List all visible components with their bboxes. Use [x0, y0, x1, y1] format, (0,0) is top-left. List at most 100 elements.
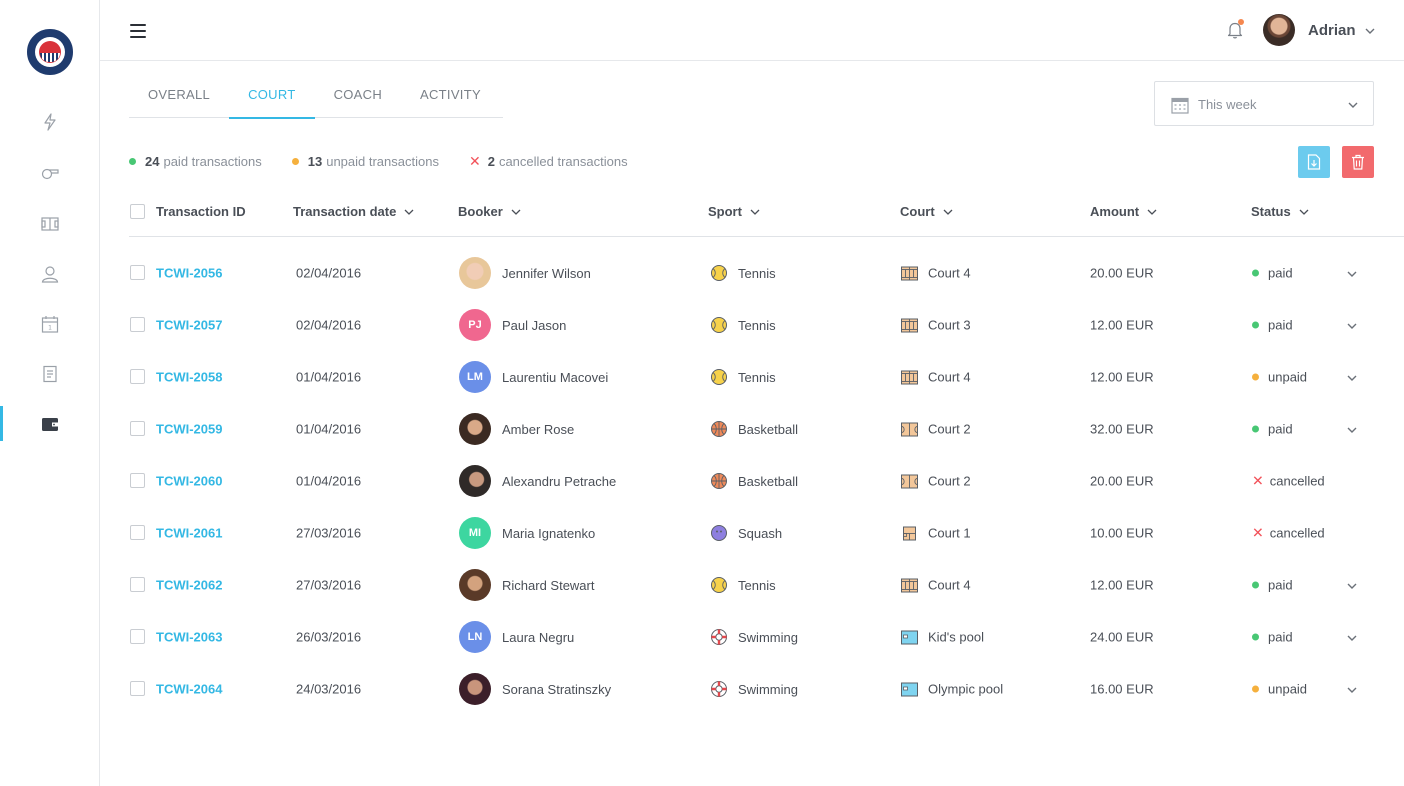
- court-name: Court 2: [928, 473, 971, 489]
- tab-overall[interactable]: OVERALL: [129, 80, 229, 118]
- row-checkbox[interactable]: [130, 681, 145, 696]
- column-court[interactable]: Court: [900, 204, 953, 219]
- transaction-id-link[interactable]: TCWI-2060: [156, 474, 222, 489]
- user-avatar[interactable]: [1263, 14, 1295, 46]
- transaction-id-link[interactable]: TCWI-2056: [156, 266, 222, 281]
- chevron-down-icon[interactable]: [1346, 579, 1358, 591]
- chevron-down-icon: [1147, 209, 1157, 215]
- column-amount[interactable]: Amount: [1090, 204, 1157, 219]
- table-row[interactable]: TCWI-2061 27/03/2016 MI Maria Ignatenko Squa…: [129, 507, 1404, 559]
- tennis-ball-icon: [711, 265, 727, 281]
- column-status[interactable]: Status: [1251, 204, 1309, 219]
- paid-dot: [129, 158, 136, 165]
- row-checkbox[interactable]: [130, 265, 145, 280]
- chevron-down-icon: [1299, 209, 1309, 215]
- tab-activity[interactable]: ACTIVITY: [401, 80, 500, 118]
- status-label: unpaid: [1268, 369, 1308, 385]
- chevron-down-icon[interactable]: [1346, 371, 1358, 383]
- column-label: Transaction ID: [156, 204, 246, 219]
- document-icon[interactable]: [40, 364, 60, 384]
- lightning-icon[interactable]: [40, 112, 60, 132]
- sport-name: Tennis: [738, 577, 776, 593]
- user-name[interactable]: Adrian: [1308, 22, 1356, 39]
- court-cell: Court 4: [901, 578, 971, 593]
- delete-button[interactable]: [1342, 146, 1374, 178]
- wallet-icon[interactable]: [40, 414, 60, 434]
- transaction-id-link[interactable]: TCWI-2057: [156, 318, 222, 333]
- row-checkbox[interactable]: [130, 577, 145, 592]
- row-checkbox[interactable]: [130, 525, 145, 540]
- sport-cell: Tennis: [710, 264, 776, 282]
- column-transaction-date[interactable]: Transaction date: [293, 204, 414, 219]
- row-checkbox[interactable]: [130, 369, 145, 384]
- transaction-id-link[interactable]: TCWI-2058: [156, 370, 222, 385]
- menu-icon[interactable]: [130, 24, 146, 38]
- unpaid-count: 13: [307, 154, 323, 169]
- status-cell: ✕ cancelled: [1252, 525, 1325, 542]
- cancelled-label: cancelled transactions: [498, 154, 628, 169]
- transaction-date: 27/03/2016: [296, 577, 362, 593]
- transaction-id-link[interactable]: TCWI-2063: [156, 630, 222, 645]
- status-cell: paid: [1252, 630, 1293, 645]
- pool-icon: [901, 630, 918, 644]
- court-icon[interactable]: [40, 214, 60, 234]
- court-cell: Court 3: [901, 318, 971, 333]
- row-checkbox[interactable]: [130, 421, 145, 436]
- booker-name: Laura Negru: [502, 629, 575, 645]
- chevron-down-icon[interactable]: [1364, 24, 1376, 36]
- row-checkbox[interactable]: [130, 317, 145, 332]
- column-booker[interactable]: Booker: [458, 204, 521, 219]
- status-label: paid: [1268, 629, 1293, 645]
- cancelled-summary: ✕ 2 cancelled transactions: [469, 153, 628, 170]
- transaction-id-link[interactable]: TCWI-2061: [156, 526, 222, 541]
- sport-cell: Basketball: [710, 472, 798, 490]
- booker-name: Paul Jason: [502, 317, 567, 333]
- chevron-down-icon[interactable]: [1346, 319, 1358, 331]
- court-cell: Court 1: [901, 526, 971, 541]
- sport-name: Tennis: [738, 265, 776, 281]
- club-logo[interactable]: [27, 29, 73, 75]
- booker-cell: Sorana Stratinszky: [459, 673, 611, 705]
- chevron-down-icon: [404, 209, 414, 215]
- table-row[interactable]: TCWI-2064 24/03/2016 Sorana Stratinszky Swi…: [129, 663, 1404, 715]
- transaction-id-link[interactable]: TCWI-2064: [156, 682, 222, 697]
- export-button[interactable]: [1298, 146, 1330, 178]
- user-icon[interactable]: [40, 264, 60, 284]
- table-row[interactable]: TCWI-2063 26/03/2016 LN Laura Negru Swimming…: [129, 611, 1404, 663]
- active-indicator: [0, 406, 3, 441]
- table-row[interactable]: TCWI-2056 02/04/2016 Jennifer Wilson Tennis…: [129, 247, 1404, 299]
- transaction-id-link[interactable]: TCWI-2059: [156, 422, 222, 437]
- chevron-down-icon[interactable]: [1346, 423, 1358, 435]
- court-cell: Court 2: [901, 422, 971, 437]
- transaction-id-link[interactable]: TCWI-2062: [156, 578, 222, 593]
- table-row[interactable]: TCWI-2059 01/04/2016 Amber Rose Basketball C…: [129, 403, 1404, 455]
- chevron-down-icon[interactable]: [1346, 683, 1358, 695]
- status-dot: [1252, 321, 1259, 329]
- table-row[interactable]: TCWI-2057 02/04/2016 PJ Paul Jason Tennis Cou…: [129, 299, 1404, 351]
- court-name: Court 1: [928, 525, 971, 541]
- amount: 24.00 EUR: [1090, 629, 1154, 645]
- table-row[interactable]: TCWI-2062 27/03/2016 Richard Stewart Tennis…: [129, 559, 1404, 611]
- whistle-icon[interactable]: [40, 163, 60, 183]
- tennis-court-icon: [901, 370, 918, 384]
- column-transaction-id[interactable]: Transaction ID: [156, 204, 246, 219]
- sport-name: Swimming: [738, 681, 798, 697]
- chevron-down-icon[interactable]: [1346, 267, 1358, 279]
- sport-cell: Swimming: [710, 680, 798, 698]
- chevron-down-icon[interactable]: [1346, 631, 1358, 643]
- trash-icon: [1352, 154, 1364, 170]
- tab-coach[interactable]: COACH: [315, 80, 401, 118]
- paid-label: paid transactions: [163, 154, 262, 169]
- row-checkbox[interactable]: [130, 473, 145, 488]
- calendar-icon[interactable]: 1: [40, 314, 60, 334]
- tab-court[interactable]: COURT: [229, 80, 316, 119]
- row-checkbox[interactable]: [130, 629, 145, 644]
- table-row[interactable]: TCWI-2060 01/04/2016 Alexandru Petrache Bas…: [129, 455, 1404, 507]
- table-row[interactable]: TCWI-2058 01/04/2016 LM Laurentiu Macovei Te…: [129, 351, 1404, 403]
- paid-count: 24: [145, 154, 160, 169]
- column-sport[interactable]: Sport: [708, 204, 760, 219]
- basketball-court-icon: [901, 474, 918, 488]
- date-range-select[interactable]: This week: [1154, 81, 1374, 126]
- select-all-checkbox[interactable]: [130, 204, 145, 219]
- pool-icon: [901, 682, 918, 696]
